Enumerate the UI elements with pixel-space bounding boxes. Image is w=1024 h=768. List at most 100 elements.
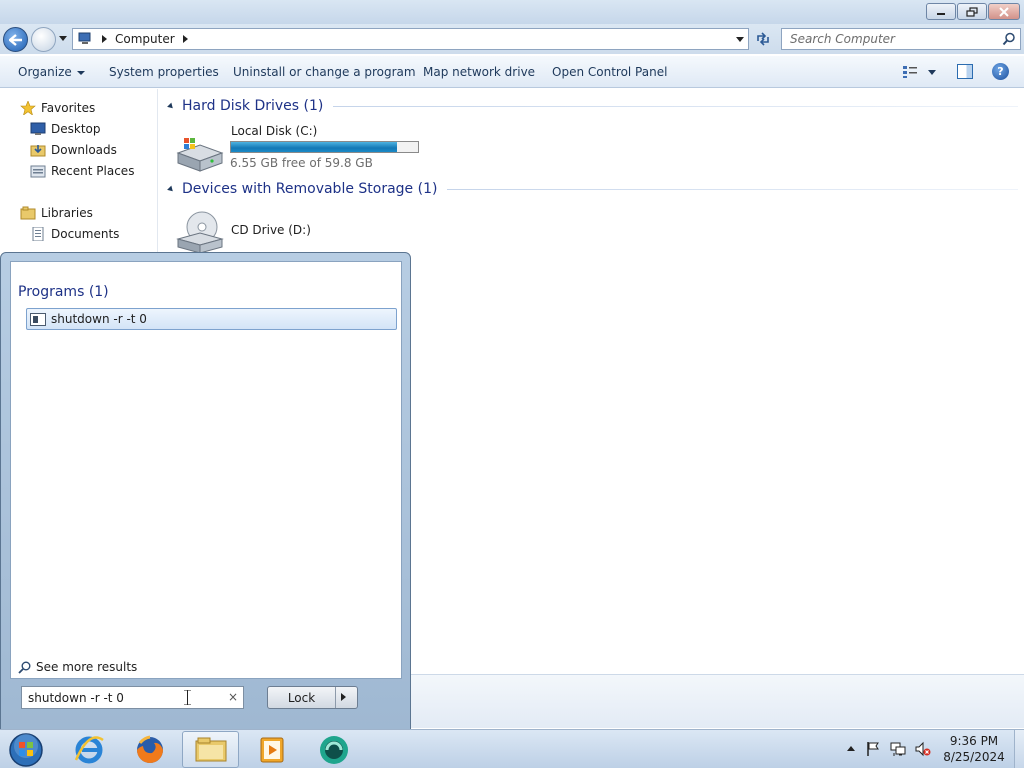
nav-libraries[interactable]: Libraries — [20, 204, 93, 222]
change-view-icon[interactable] — [902, 65, 918, 79]
restore-button[interactable] — [957, 3, 987, 20]
taskbar-internet-explorer[interactable] — [60, 731, 117, 768]
documents-icon — [32, 227, 44, 241]
address-toolbar: Computer — [0, 24, 1024, 54]
command-prompt-icon — [30, 312, 46, 326]
programs-group-title: Programs (1) — [18, 284, 109, 300]
nav-recent-places-label: Recent Places — [51, 164, 135, 178]
see-more-results-link[interactable]: See more results — [18, 660, 137, 674]
taskbar-green-app[interactable] — [305, 731, 362, 768]
computer-icon — [78, 32, 91, 44]
start-search-box[interactable]: × — [21, 686, 244, 709]
search-icon[interactable] — [1002, 32, 1016, 46]
address-field[interactable]: Computer — [72, 28, 749, 50]
volume-muted-icon[interactable] — [915, 741, 931, 757]
help-icon[interactable]: ? — [992, 63, 1009, 80]
desktop-icon — [30, 122, 46, 135]
open-control-panel-button[interactable]: Open Control Panel — [552, 65, 667, 79]
map-network-drive-button[interactable]: Map network drive — [423, 65, 535, 79]
forward-button[interactable] — [31, 27, 56, 52]
program-result-label: shutdown -r -t 0 — [51, 312, 147, 326]
clock-time: 9:36 PM — [949, 734, 999, 748]
action-center-flag-icon[interactable] — [865, 741, 881, 757]
lock-button[interactable]: Lock — [268, 687, 336, 708]
navigation-pane: Favorites Desktop Downloads Recent Place… — [0, 89, 158, 254]
show-desktop-button[interactable] — [1014, 730, 1024, 768]
clear-search-button[interactable]: × — [228, 690, 238, 704]
drive-c-usage-fill — [231, 142, 397, 152]
clock-date: 8/25/2024 — [943, 750, 1005, 764]
green-circle-app-icon — [319, 735, 348, 764]
view-options-dropdown[interactable] — [928, 70, 936, 75]
breadcrumb-separator — [102, 35, 107, 43]
refresh-button[interactable] — [751, 28, 775, 50]
drive-d-name: CD Drive (D:) — [231, 223, 311, 237]
group-title-removable: Devices with Removable Storage (1) — [182, 181, 438, 197]
drive-c-free-space: 6.55 GB free of 59.8 GB — [230, 156, 373, 170]
taskbar-media-player[interactable] — [243, 731, 300, 768]
start-menu: Programs (1) shutdown -r -t 0 See more r… — [0, 252, 411, 730]
windows-orb-icon — [9, 732, 43, 767]
collapse-icon[interactable] — [167, 102, 175, 110]
chevron-down-icon — [76, 70, 85, 75]
uninstall-program-button[interactable]: Uninstall or change a program — [233, 65, 416, 79]
power-options-arrow[interactable] — [341, 693, 346, 701]
group-divider — [333, 105, 1018, 107]
breadcrumb-separator[interactable] — [182, 35, 188, 43]
drive-c-name: Local Disk (C:) — [231, 124, 318, 138]
nav-documents-label: Documents — [51, 227, 120, 241]
close-button[interactable] — [988, 3, 1020, 20]
organize-label: Organize — [18, 65, 72, 79]
minimize-button[interactable] — [926, 3, 956, 20]
nav-desktop[interactable]: Desktop — [30, 120, 101, 138]
window-title-bar[interactable] — [0, 0, 1024, 24]
firefox-icon — [136, 735, 163, 763]
group-header-hard-disks[interactable]: Hard Disk Drives (1) — [167, 96, 1018, 116]
breadcrumb-computer[interactable]: Computer — [115, 32, 175, 46]
search-results-panel: Programs (1) shutdown -r -t 0 See more r… — [10, 261, 402, 679]
start-button[interactable] — [6, 731, 46, 768]
libraries-icon — [20, 206, 36, 220]
show-hidden-icons-button[interactable] — [847, 746, 855, 751]
taskbar-firefox[interactable] — [121, 731, 178, 768]
preview-pane-icon[interactable] — [957, 64, 973, 79]
restore-icon — [966, 6, 978, 17]
collapse-icon[interactable] — [167, 185, 175, 193]
nav-favorites[interactable]: Favorites — [20, 99, 95, 117]
organize-menu[interactable]: Organize — [18, 65, 85, 79]
drive-c-item[interactable]: Local Disk (C:) 6.55 GB free of 59.8 GB — [176, 121, 426, 173]
taskbar-windows-explorer[interactable] — [182, 731, 239, 768]
system-clock[interactable]: 9:36 PM 8/25/2024 — [940, 733, 1008, 765]
refresh-icon — [757, 32, 769, 46]
text-cursor-icon — [184, 690, 191, 705]
nav-libraries-label: Libraries — [41, 206, 93, 220]
see-more-results-label: See more results — [36, 660, 138, 674]
recent-pages-button[interactable] — [58, 34, 68, 44]
recent-places-icon — [30, 165, 46, 178]
group-divider — [447, 188, 1018, 190]
downloads-folder-icon — [30, 145, 46, 157]
drive-d-item[interactable]: CD Drive (D:) — [176, 207, 426, 254]
hard-disk-icon — [176, 138, 224, 172]
nav-downloads[interactable]: Downloads — [30, 141, 117, 159]
drive-c-usage-bar — [230, 141, 419, 153]
program-result-shutdown[interactable]: shutdown -r -t 0 — [26, 308, 397, 330]
magnifier-icon — [18, 661, 31, 674]
search-input[interactable] — [782, 29, 996, 49]
system-properties-button[interactable]: System properties — [109, 65, 219, 79]
address-dropdown-button[interactable] — [736, 37, 744, 42]
search-box[interactable] — [781, 28, 1021, 50]
chevron-down-icon — [59, 36, 67, 41]
folder-icon — [195, 737, 226, 761]
command-bar: Organize System properties Uninstall or … — [0, 56, 1024, 88]
group-title-hard-disks: Hard Disk Drives (1) — [182, 98, 324, 114]
nav-documents[interactable]: Documents — [30, 225, 119, 243]
network-icon[interactable] — [890, 741, 906, 757]
minimize-icon — [937, 12, 945, 15]
power-button-group: Lock — [267, 686, 358, 709]
group-header-removable[interactable]: Devices with Removable Storage (1) — [167, 179, 1018, 199]
nav-desktop-label: Desktop — [51, 122, 101, 136]
nav-recent-places[interactable]: Recent Places — [30, 162, 134, 180]
media-player-icon — [260, 737, 283, 762]
back-button[interactable] — [3, 27, 28, 52]
